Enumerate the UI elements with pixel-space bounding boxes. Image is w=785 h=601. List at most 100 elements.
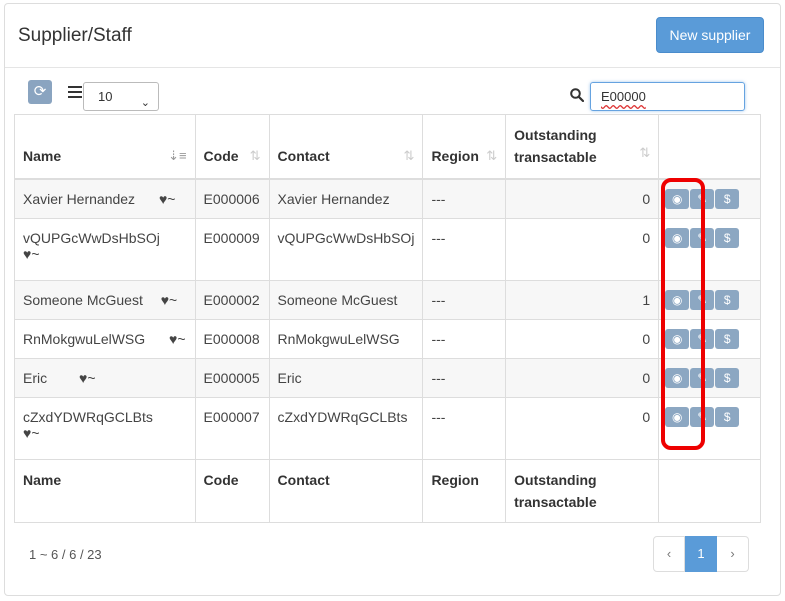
search-value: E00000 (601, 89, 646, 104)
col-header-code[interactable]: Code ⇅ (194, 114, 270, 180)
money-button[interactable]: $ (715, 289, 740, 310)
pagination: ‹ 1 › (653, 536, 749, 572)
edit-button[interactable]: ✎ (690, 227, 715, 248)
eye-icon: ◉ (671, 191, 683, 206)
view-button[interactable]: ◉ (665, 227, 690, 248)
sort-icon: ⇅ (486, 147, 498, 163)
columns-toggle[interactable] (68, 86, 82, 101)
prev-page-button[interactable]: ‹ (653, 536, 685, 572)
table-row: Eric ♥~ E000005 Eric --- 0 ◉ ✎ $ (14, 357, 761, 398)
heartbeat-icon[interactable]: ♥~ (169, 331, 186, 347)
footer-contact: Contact (268, 458, 424, 523)
cell-outstanding: 0 (505, 178, 660, 219)
edit-button[interactable]: ✎ (690, 289, 715, 310)
col-header-region[interactable]: Region ⇅ (422, 114, 507, 180)
col-header-actions (658, 114, 761, 180)
next-page-button[interactable]: › (717, 536, 749, 572)
col-header-outstanding[interactable]: Outstanding transactable ⇅ (505, 114, 660, 180)
cell-outstanding: 0 (505, 396, 660, 460)
col-header-name[interactable]: Name ⇣≡ (14, 114, 196, 180)
edit-icon: ✎ (697, 191, 708, 206)
pagination-info: 1 ~ 6 / 6 / 23 (29, 547, 102, 562)
table-footer-row: Name Code Contact Region Outstanding tra… (14, 458, 761, 523)
cell-actions: ◉ ✎ $ (658, 217, 761, 281)
refresh-button[interactable]: ⟳ (28, 80, 52, 104)
cell-name: vQUPGcWwDsHbSOj ♥~ (14, 217, 196, 281)
search-input[interactable]: E00000 (590, 82, 745, 111)
eye-icon: ◉ (671, 370, 683, 385)
page-size-select[interactable]: 10 ⌄ (83, 82, 159, 111)
table-row: vQUPGcWwDsHbSOj ♥~ E000009 vQUPGcWwDsHbS… (14, 217, 761, 281)
cell-contact: RnMokgwuLelWSG (268, 318, 424, 359)
dollar-icon: $ (723, 191, 731, 206)
footer-actions (658, 458, 761, 523)
heartbeat-icon[interactable]: ♥~ (159, 191, 176, 207)
cell-name: Someone McGuest ♥~ (14, 279, 196, 320)
refresh-icon: ⟳ (33, 83, 47, 100)
supplier-name: Xavier Hernandez (23, 190, 136, 207)
heartbeat-icon[interactable]: ♥~ (79, 370, 96, 386)
col-header-contact[interactable]: Contact ⇅ (268, 114, 424, 180)
list-icon (68, 86, 82, 88)
dollar-icon: $ (723, 409, 731, 424)
supplier-name: RnMokgwuLelWSG (23, 330, 146, 347)
eye-icon: ◉ (671, 230, 683, 245)
cell-actions: ◉ ✎ $ (658, 279, 761, 320)
heartbeat-icon[interactable]: ♥~ (23, 246, 40, 262)
footer-region: Region (422, 458, 507, 523)
cell-code: E000006 (194, 178, 270, 219)
table-header-row: Name ⇣≡ Code ⇅ Contact ⇅ Region ⇅ Outstandin… (14, 114, 761, 180)
view-button[interactable]: ◉ (665, 289, 690, 310)
edit-button[interactable]: ✎ (690, 188, 715, 209)
edit-button[interactable]: ✎ (690, 367, 715, 388)
cell-code: E000008 (194, 318, 270, 359)
supplier-table: Name ⇣≡ Code ⇅ Contact ⇅ Region ⇅ Outstandin… (14, 114, 761, 523)
eye-icon: ◉ (671, 292, 683, 307)
edit-button[interactable]: ✎ (690, 328, 715, 349)
cell-region: --- (422, 217, 507, 281)
cell-contact: vQUPGcWwDsHbSOj (268, 217, 424, 281)
dollar-icon: $ (723, 370, 731, 385)
new-supplier-button[interactable]: New supplier (656, 17, 764, 53)
money-button[interactable]: $ (715, 188, 740, 209)
footer-name: Name (14, 458, 196, 523)
cell-code: E000007 (194, 396, 270, 460)
money-button[interactable]: $ (715, 328, 740, 349)
cell-actions: ◉ ✎ $ (658, 178, 761, 219)
money-button[interactable]: $ (715, 227, 740, 248)
edit-icon: ✎ (697, 331, 708, 346)
table-row: Someone McGuest ♥~ E000002 Someone McGue… (14, 279, 761, 320)
panel-header: Supplier/Staff New supplier (5, 4, 780, 68)
cell-actions: ◉ ✎ $ (658, 396, 761, 460)
eye-icon: ◉ (671, 331, 683, 346)
view-button[interactable]: ◉ (665, 188, 690, 209)
money-button[interactable]: $ (715, 367, 740, 388)
dollar-icon: $ (723, 331, 731, 346)
cell-code: E000005 (194, 357, 270, 398)
chevron-down-icon: ⌄ (140, 97, 150, 109)
money-button[interactable]: $ (715, 406, 740, 427)
cell-region: --- (422, 178, 507, 219)
page-1-button[interactable]: 1 (685, 536, 717, 572)
page-size-value: 10 (98, 89, 113, 104)
cell-contact: Someone McGuest (268, 279, 424, 320)
view-button[interactable]: ◉ (665, 367, 690, 388)
cell-outstanding: 0 (505, 357, 660, 398)
footer-outstanding: Outstanding transactable (505, 458, 660, 523)
view-button[interactable]: ◉ (665, 328, 690, 349)
edit-icon: ✎ (697, 370, 708, 385)
cell-region: --- (422, 396, 507, 460)
table-row: RnMokgwuLelWSG ♥~ E000008 RnMokgwuLelWSG… (14, 318, 761, 359)
view-button[interactable]: ◉ (665, 406, 690, 427)
cell-contact: Eric (268, 357, 424, 398)
heartbeat-icon[interactable]: ♥~ (23, 425, 40, 441)
sort-icon: ⇅ (639, 144, 651, 160)
dollar-icon: $ (723, 292, 731, 307)
cell-name: Eric ♥~ (14, 357, 196, 398)
sort-icon: ⇅ (403, 147, 415, 163)
supplier-name: vQUPGcWwDsHbSOj (23, 229, 160, 246)
cell-region: --- (422, 279, 507, 320)
edit-button[interactable]: ✎ (690, 406, 715, 427)
heartbeat-icon[interactable]: ♥~ (161, 292, 178, 308)
edit-icon: ✎ (697, 292, 708, 307)
